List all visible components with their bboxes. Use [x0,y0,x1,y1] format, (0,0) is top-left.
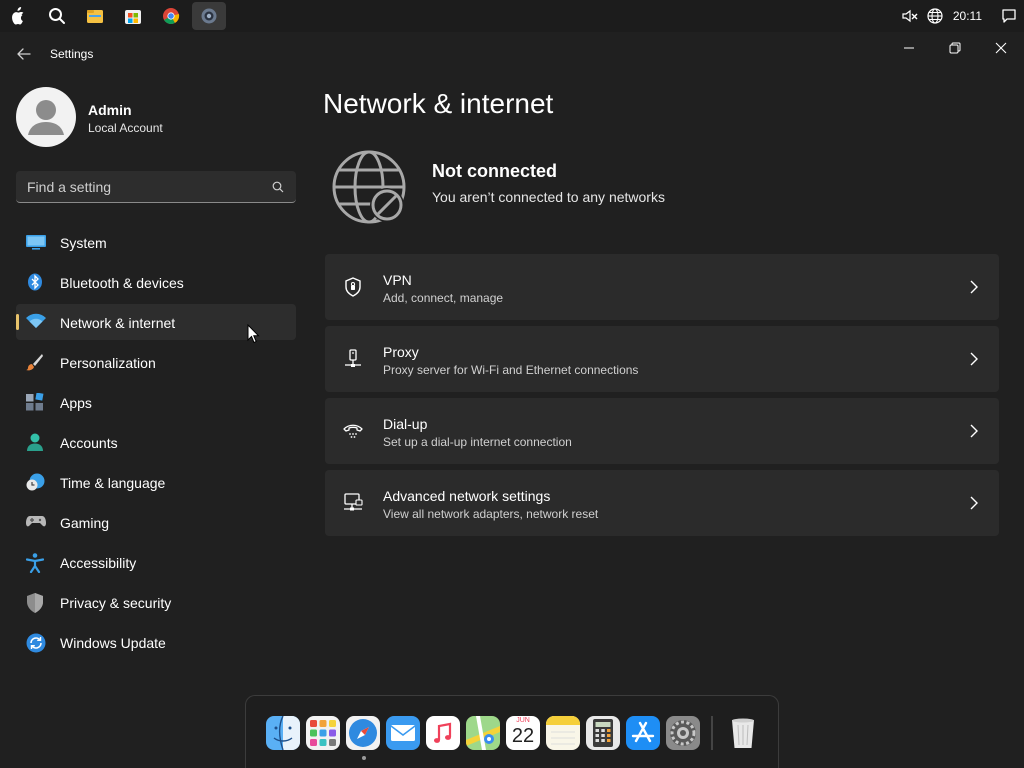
connection-status-subtitle: You aren’t connected to any networks [432,189,665,205]
chevron-right-icon [969,424,979,438]
sidebar-item-privacy[interactable]: Privacy & security [16,584,296,620]
search-input[interactable]: Find a setting [16,171,296,203]
sidebar-item-accessibility[interactable]: Accessibility [16,544,296,580]
bluetooth-icon [26,273,44,291]
close-button[interactable] [986,36,1016,60]
chevron-right-icon [969,496,979,510]
apple-icon[interactable] [0,0,38,32]
search-icon[interactable] [272,180,284,198]
vpn-shield-icon [342,276,364,298]
system-settings-icon[interactable] [666,716,700,750]
restore-button[interactable] [940,36,970,60]
sidebar-item-personalization[interactable]: Personalization [16,344,296,380]
card-subtitle: View all network adapters, network reset [383,507,599,521]
sidebar-item-label: Gaming [60,515,110,531]
sidebar-item-bluetooth[interactable]: Bluetooth & devices [16,264,296,300]
card-title: Proxy [383,344,419,360]
chrome-icon[interactable] [152,0,190,32]
window-titlebar: Settings [0,32,1024,76]
proxy-icon [342,348,364,370]
proxy-card[interactable]: Proxy Proxy server for Wi-Fi and Etherne… [325,326,999,392]
profile-account-type: Local Account [88,121,163,135]
window-title: Settings [50,47,94,61]
apps-icon [26,392,44,411]
sidebar-item-label: Time & language [60,475,166,491]
brush-icon [26,353,44,371]
card-subtitle: Set up a dial-up internet connection [383,435,572,449]
calculator-icon[interactable] [586,716,620,750]
vpn-card[interactable]: VPN Add, connect, manage [325,254,999,320]
system-icon [26,233,46,251]
sidebar-item-label: Bluetooth & devices [60,275,184,291]
sidebar-nav: System Bluetooth & devices Network & int… [16,224,296,664]
dialup-card[interactable]: Dial-up Set up a dial-up internet connec… [325,398,999,464]
chevron-right-icon [969,352,979,366]
sidebar-item-label: System [60,235,107,251]
finder-icon[interactable] [266,716,300,750]
sidebar-item-label: Accessibility [60,555,137,571]
globe-disconnected-icon [332,150,408,226]
card-title: VPN [383,272,412,288]
sidebar-item-system[interactable]: System [16,224,296,260]
sidebar-item-label: Privacy & security [60,595,172,611]
sidebar-item-label: Personalization [60,355,156,371]
safari-icon[interactable] [346,716,380,750]
sidebar-item-label: Network & internet [60,315,176,331]
volume-muted-icon[interactable] [897,0,923,32]
search-placeholder: Find a setting [27,179,112,195]
advanced-network-settings-card[interactable]: Advanced network settings View all netwo… [325,470,999,536]
sidebar-item-label: Accounts [60,435,118,451]
back-button[interactable] [14,44,34,64]
minimize-button[interactable] [894,36,924,60]
running-indicator [362,756,366,760]
sidebar-item-accounts[interactable]: Accounts [16,424,296,460]
sidebar-item-label: Windows Update [60,635,166,651]
dialup-icon [342,420,364,442]
update-icon [26,633,46,653]
dock: JUN 22 [245,695,779,768]
sidebar-item-windows-update[interactable]: Windows Update [16,624,296,660]
page-title: Network & internet [323,88,554,119]
card-subtitle: Proxy server for Wi-Fi and Ethernet conn… [383,363,639,377]
sidebar-item-gaming[interactable]: Gaming [16,504,296,540]
mouse-cursor-icon [247,323,260,349]
store-icon[interactable] [114,0,152,32]
clock-globe-icon [26,473,45,491]
notification-icon[interactable] [994,0,1024,32]
calendar-month: JUN [516,717,530,724]
file-explorer-icon[interactable] [76,0,114,32]
sidebar-item-apps[interactable]: Apps [16,384,296,420]
gamepad-icon [26,513,46,531]
mail-icon[interactable] [386,716,420,750]
connection-status-title: Not connected [432,161,558,181]
app-store-icon[interactable] [626,716,660,750]
card-title: Advanced network settings [383,488,551,504]
search-icon[interactable] [38,0,76,32]
taskbar: 20:11 [0,0,1024,32]
clock[interactable]: 20:11 [953,9,982,23]
calendar-icon[interactable]: JUN 22 [506,716,540,750]
globe-icon[interactable] [923,0,947,32]
shield-icon [26,593,44,613]
card-title: Dial-up [383,416,428,432]
notes-icon[interactable] [546,716,580,750]
avatar[interactable] [16,87,76,147]
wifi-icon [26,313,46,331]
chevron-right-icon [969,280,979,294]
trash-icon[interactable] [726,716,760,750]
sidebar-item-time-language[interactable]: Time & language [16,464,296,500]
calendar-day: 22 [511,725,535,747]
sidebar-item-label: Apps [60,395,92,411]
person-icon [26,433,44,451]
network-adapter-icon [342,492,364,514]
dock-separator [711,716,713,750]
launchpad-icon[interactable] [306,716,340,750]
music-icon[interactable] [426,716,460,750]
maps-icon[interactable] [466,716,500,750]
user-profile[interactable]: Admin Local Account [16,87,296,147]
card-subtitle: Add, connect, manage [383,291,504,305]
profile-name: Admin [88,102,132,118]
settings-app-icon[interactable] [192,2,226,30]
accessibility-icon [25,553,45,574]
